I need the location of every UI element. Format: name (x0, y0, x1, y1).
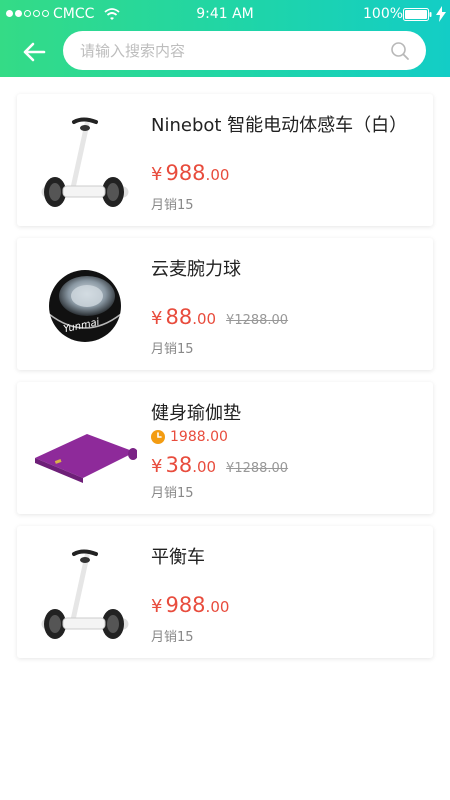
arrow-left-icon (23, 42, 46, 62)
search-input[interactable] (80, 31, 380, 70)
product-title: 云麦腕力球 (151, 259, 241, 280)
price-row: ¥ 88 .00 ¥1288.00 (151, 305, 288, 329)
price-integer: 38 (165, 453, 193, 477)
product-title: 健身瑜伽垫 (151, 403, 241, 424)
price-integer: 988 (165, 593, 206, 617)
monthly-sales: 月销15 (151, 198, 194, 213)
search-box (63, 31, 426, 70)
header: CMCC 9:41 AM 100% (0, 0, 450, 77)
currency-symbol: ¥ (151, 164, 163, 185)
monthly-sales: 月销15 (151, 342, 194, 357)
product-card[interactable]: 平衡车 ¥ 988 .00 月销15 (17, 526, 433, 658)
product-title: 平衡车 (151, 547, 205, 568)
price-row: ¥ 988 .00 (151, 593, 229, 617)
product-card[interactable]: Ninebot 智能电动体感车（白） ¥ 988 .00 月销15 (17, 94, 433, 226)
charging-bolt-icon (436, 6, 446, 22)
wrist-ball-image: Yunmai (48, 270, 122, 342)
price-decimal: .00 (205, 598, 230, 616)
status-bar: CMCC 9:41 AM 100% (0, 0, 450, 30)
price-decimal: .00 (205, 166, 230, 184)
balance-scooter-image (41, 117, 129, 207)
product-card[interactable]: 健身瑜伽垫 1988.00 ¥ 38 .00 ¥1288.00 月销15 (17, 382, 433, 514)
flash-sale-price: 1988.00 (151, 429, 228, 445)
back-button[interactable] (20, 38, 48, 66)
price-integer: 988 (165, 161, 206, 185)
product-title: Ninebot 智能电动体感车（白） (151, 115, 408, 136)
price-decimal: .00 (192, 310, 217, 328)
balance-scooter-image (41, 549, 129, 639)
currency-symbol: ¥ (151, 456, 163, 477)
monthly-sales: 月销15 (151, 486, 194, 501)
flash-price-value: 1988.00 (170, 429, 228, 445)
yoga-mat-image (35, 434, 137, 483)
clock-icon (151, 430, 165, 444)
price-row: ¥ 988 .00 (151, 161, 229, 185)
original-price: ¥1288.00 (226, 461, 289, 476)
price-row: ¥ 38 .00 ¥1288.00 (151, 453, 288, 477)
battery-icon (403, 8, 432, 21)
search-icon[interactable] (390, 41, 410, 61)
currency-symbol: ¥ (151, 596, 163, 617)
original-price: ¥1288.00 (226, 313, 289, 328)
price-integer: 88 (165, 305, 193, 329)
currency-symbol: ¥ (151, 308, 163, 329)
monthly-sales: 月销15 (151, 630, 194, 645)
product-card[interactable]: Yunmai 云麦腕力球 ¥ 88 .00 ¥1288.00 月销15 (17, 238, 433, 370)
battery-percentage: 100% (363, 6, 404, 22)
price-decimal: .00 (192, 458, 217, 476)
